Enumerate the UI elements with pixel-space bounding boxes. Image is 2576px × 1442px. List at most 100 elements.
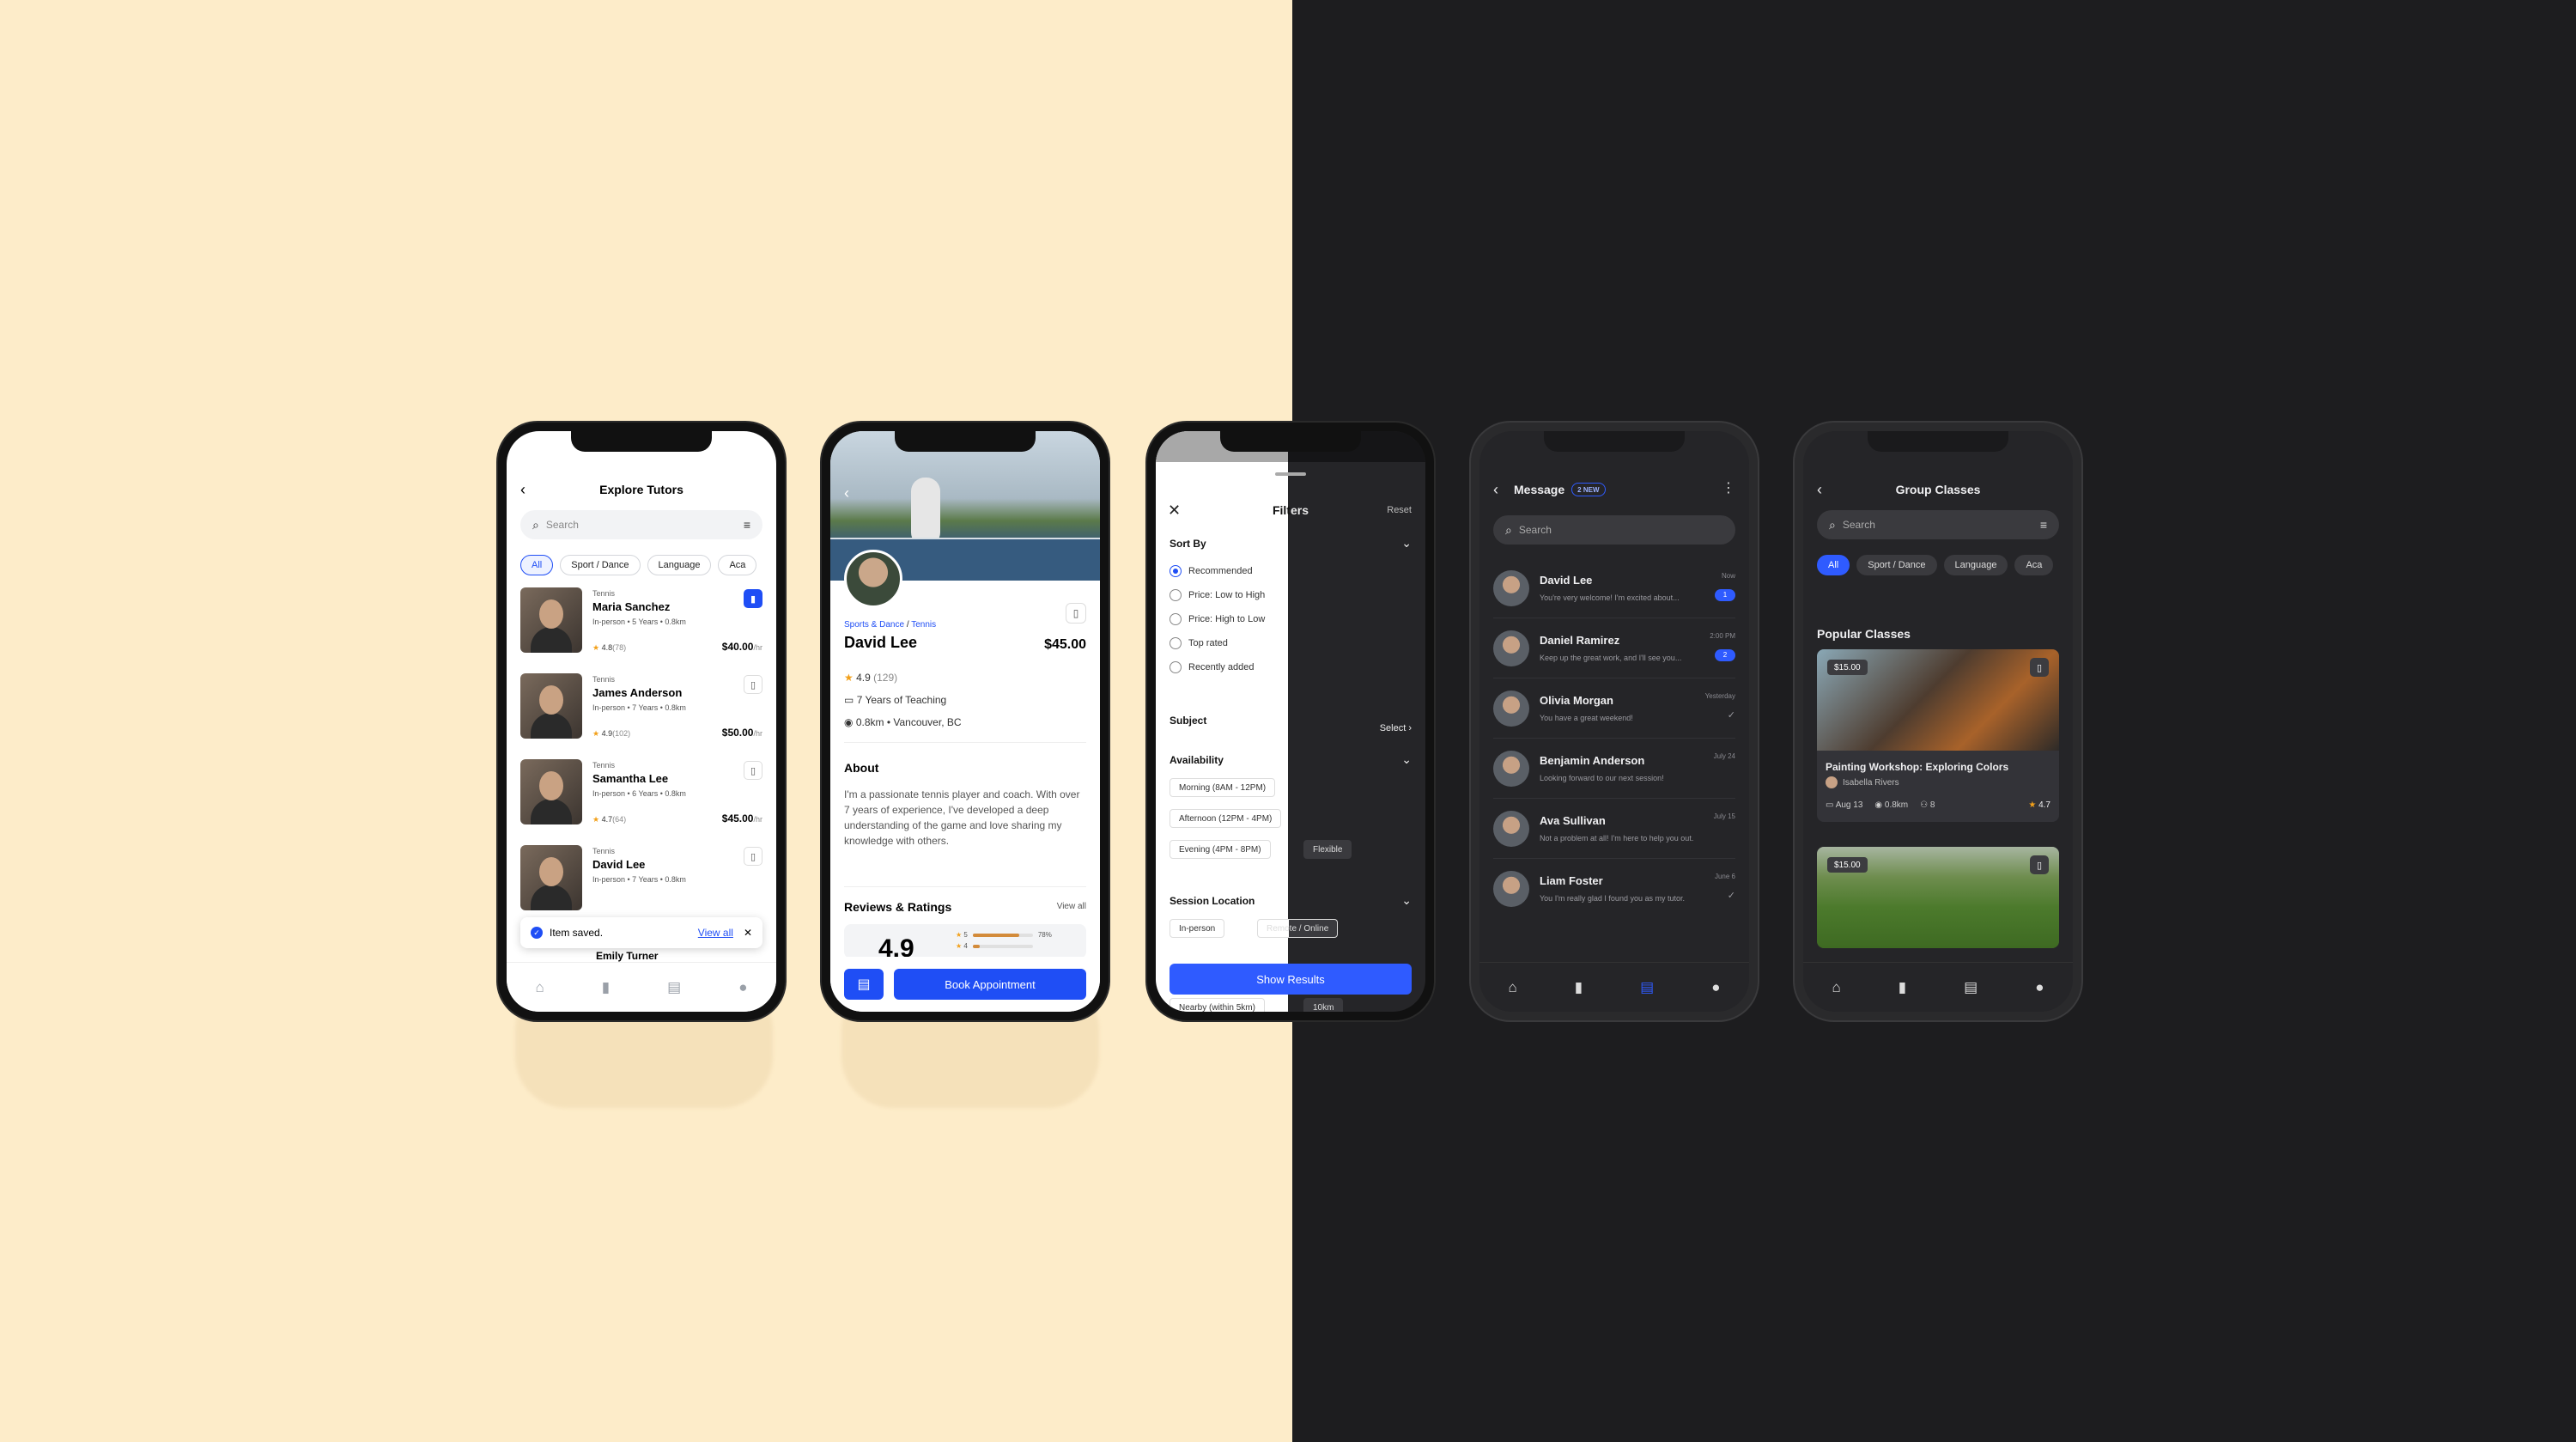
bookmark-icon[interactable]: ▯: [744, 675, 762, 694]
screen-explore: ‹ Explore Tutors ⌕ Search ≡ All Sport / …: [507, 431, 776, 1012]
sort-option[interactable]: Price: Low to High: [1170, 589, 1265, 601]
location-pill[interactable]: Remote / Online: [1257, 919, 1339, 938]
bookmark-icon[interactable]: ▯: [744, 847, 762, 866]
search-placeholder: Search: [545, 519, 579, 531]
class-card[interactable]: $15.00 ▯: [1817, 847, 2059, 948]
chat-icon[interactable]: ▤: [1640, 979, 1654, 996]
chip-language[interactable]: Language: [647, 555, 712, 575]
tutor-row[interactable]: Tennis James Anderson In-person • 7 Year…: [520, 673, 762, 751]
profile-icon[interactable]: ●: [1711, 979, 1720, 996]
select-label: Select: [1379, 723, 1406, 733]
message-row[interactable]: David Lee You're very welcome! I'm excit…: [1493, 558, 1735, 618]
home-icon[interactable]: ⌂: [1509, 979, 1517, 996]
sheet-handle[interactable]: [1275, 472, 1306, 476]
avatar: [1493, 750, 1529, 787]
chat-icon: ▤: [857, 977, 871, 992]
message-row[interactable]: Liam Foster You I'm really glad I found …: [1493, 859, 1735, 919]
chip-all[interactable]: All: [520, 555, 554, 575]
home-icon[interactable]: ⌂: [536, 979, 544, 996]
availability-pill[interactable]: Morning (8AM - 12PM): [1170, 778, 1276, 797]
tutor-location: ◉ 0.8km • Vancouver, BC: [844, 716, 962, 728]
sort-option[interactable]: Price: High to Low: [1170, 613, 1265, 625]
screen-group-classes: ‹ Group Classes ⌕ Search ≡ All Sport / D…: [1803, 431, 2073, 1012]
tutor-row[interactable]: Tennis Samantha Lee In-person • 6 Years …: [520, 759, 762, 837]
close-icon[interactable]: ✕: [744, 927, 752, 939]
chip-sport-dance[interactable]: Sport / Dance: [1856, 555, 1937, 575]
filter-icon[interactable]: ≡: [744, 518, 750, 532]
search-input[interactable]: ⌕ Search: [1493, 515, 1735, 545]
class-card[interactable]: $15.00 ▯ Painting Workshop: Exploring Co…: [1817, 649, 2059, 822]
tutor-row[interactable]: Tennis David Lee In-person • 7 Years • 0…: [520, 845, 762, 922]
radio: [1170, 637, 1182, 649]
profile-icon[interactable]: ●: [738, 979, 747, 996]
tutor-tag: Tennis: [592, 589, 616, 598]
chip-all[interactable]: All: [1817, 555, 1850, 575]
chevron-down-icon[interactable]: ⌄: [1401, 536, 1412, 551]
bookmark-icon[interactable]: ▮: [602, 979, 610, 996]
chip-sport-dance[interactable]: Sport / Dance: [560, 555, 641, 575]
sort-option[interactable]: Top rated: [1170, 637, 1228, 649]
class-rating: ★ 4.7: [2028, 800, 2050, 810]
chat-icon[interactable]: ▤: [667, 979, 681, 996]
date-text: Aug 13: [1835, 800, 1863, 810]
chevron-down-icon[interactable]: ⌄: [1401, 893, 1412, 908]
chat-icon[interactable]: ▤: [1964, 979, 1978, 996]
message-time: Now: [1721, 571, 1735, 580]
crumb-category[interactable]: Sports & Dance: [844, 620, 904, 630]
more-vertical-icon[interactable]: ⋮: [1722, 479, 1735, 496]
distance-pill[interactable]: 10km: [1303, 998, 1344, 1012]
bookmark-icon[interactable]: ▯: [1066, 603, 1086, 624]
class-host: Isabella Rivers: [1817, 773, 2059, 788]
star-icon: ★: [592, 643, 600, 652]
show-results-button[interactable]: Show Results: [1170, 964, 1412, 995]
chip-academic[interactable]: Aca: [718, 555, 757, 575]
back-arrow-icon[interactable]: ‹: [1493, 479, 1498, 500]
message-row[interactable]: Benjamin Anderson Looking forward to our…: [1493, 739, 1735, 799]
chat-button[interactable]: ▤: [844, 969, 884, 1000]
price-value: $40.00: [721, 641, 754, 653]
reset-button[interactable]: Reset: [1387, 505, 1412, 515]
bottom-nav: ⌂ ▮ ▤ ●: [1479, 962, 1749, 1012]
message-row[interactable]: Ava Sullivan Not a problem at all! I'm h…: [1493, 799, 1735, 859]
chip-language[interactable]: Language: [1943, 555, 2008, 575]
distance-pill[interactable]: Nearby (within 5km): [1170, 998, 1265, 1012]
chip-academic[interactable]: Aca: [2014, 555, 2054, 575]
availability-pill[interactable]: Flexible: [1303, 840, 1352, 859]
toast-view-all-link[interactable]: View all: [698, 927, 733, 939]
bookmark-icon[interactable]: ▯: [2030, 855, 2049, 874]
tutor-row[interactable]: Tennis Maria Sanchez In-person • 5 Years…: [520, 587, 762, 665]
filter-icon[interactable]: ≡: [2040, 518, 2047, 532]
sort-option[interactable]: Recommended: [1170, 565, 1253, 577]
contact-name: Benjamin Anderson: [1540, 753, 1645, 767]
bottom-nav: ⌂ ▮ ▤ ●: [1803, 962, 2073, 1012]
search-input[interactable]: ⌕ Search ≡: [1817, 510, 2059, 539]
bookmark-icon[interactable]: ▮: [1575, 979, 1583, 996]
bookmark-icon[interactable]: ▮: [1899, 979, 1906, 996]
subject-select[interactable]: Select ›: [1380, 723, 1412, 733]
back-arrow-icon[interactable]: ‹: [844, 483, 849, 503]
class-title: Painting Workshop: Exploring Colors: [1826, 761, 2009, 773]
message-row[interactable]: Daniel Ramirez Keep up the great work, a…: [1493, 618, 1735, 678]
bookmark-icon[interactable]: ▯: [744, 761, 762, 780]
tutor-tag: Tennis: [592, 847, 616, 855]
search-icon: ⌕: [1829, 517, 1836, 532]
message-row[interactable]: Olivia Morgan You have a great weekend! …: [1493, 678, 1735, 739]
chevron-down-icon[interactable]: ⌄: [1401, 752, 1412, 767]
location-pill[interactable]: In-person: [1170, 919, 1225, 938]
sort-option[interactable]: Recently added: [1170, 661, 1254, 673]
home-icon[interactable]: ⌂: [1832, 979, 1841, 996]
availability-pill[interactable]: Evening (4PM - 8PM): [1170, 840, 1271, 859]
people-text: 8: [1929, 800, 1935, 810]
bookmark-icon[interactable]: ▯: [2030, 658, 2049, 677]
availability-pill[interactable]: Afternoon (12PM - 4PM): [1170, 809, 1282, 828]
book-appointment-button[interactable]: Book Appointment: [894, 969, 1086, 1000]
read-check-icon: ✓: [1727, 891, 1735, 901]
bookmark-icon[interactable]: ▮: [744, 589, 762, 608]
profile-icon[interactable]: ●: [2035, 979, 2044, 996]
crumb-subcategory[interactable]: Tennis: [911, 620, 936, 630]
reviews-view-all-link[interactable]: View all: [1057, 902, 1086, 911]
action-bar: ▤ Book Appointment: [830, 957, 1100, 1012]
class-distance: ◉ 0.8km: [1874, 800, 1908, 810]
rating-bar-fill: [972, 944, 981, 948]
search-input[interactable]: ⌕ Search ≡: [520, 510, 762, 539]
